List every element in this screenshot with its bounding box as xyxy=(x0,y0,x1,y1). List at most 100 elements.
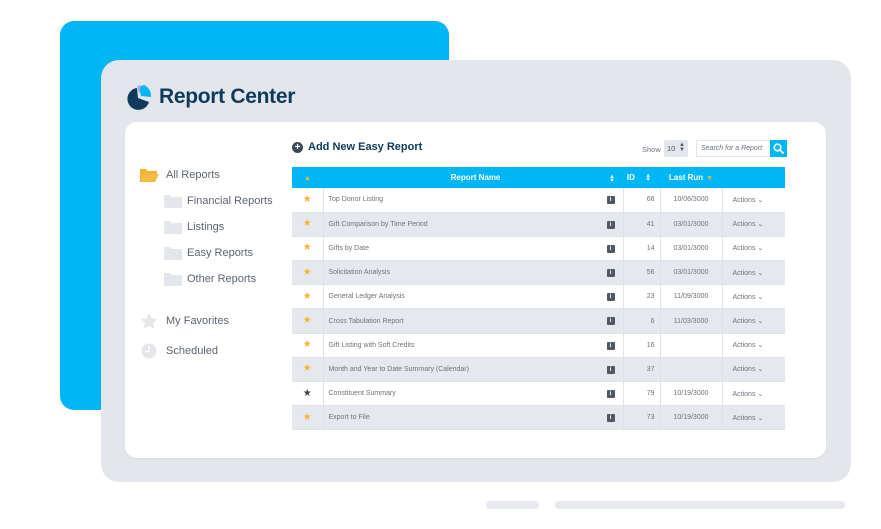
header-id[interactable]: ID ▲ ▼ xyxy=(623,167,660,188)
info-icon[interactable]: i xyxy=(606,244,615,253)
favorite-cell: ★ xyxy=(292,236,324,262)
actions-dropdown[interactable]: Actions ⌄ xyxy=(722,236,785,262)
favorite-star-icon[interactable]: ★ xyxy=(303,388,312,399)
header-last-run[interactable]: Last Run ▼ xyxy=(660,167,722,188)
table-row[interactable]: ★ Cross Tabulation Report i 6 11/03/3000 Acti… xyxy=(292,308,785,334)
favorite-star-icon[interactable]: ★ xyxy=(303,363,312,374)
page-size-select[interactable]: 10 ▲ ▼ xyxy=(664,140,688,157)
actions-dropdown[interactable]: Actions ⌄ xyxy=(722,308,785,334)
page-size-value: 10 xyxy=(667,144,676,153)
info-icon[interactable]: i xyxy=(606,414,615,423)
info-icon[interactable]: i xyxy=(606,341,615,350)
star-icon xyxy=(140,313,158,329)
actions-label: Actions xyxy=(732,318,756,326)
sidebar-item-financial-reports[interactable]: Financial Reports xyxy=(139,188,279,214)
sidebar-item-label: Financial Reports xyxy=(187,195,273,207)
report-id-cell: 73 xyxy=(623,405,661,431)
table-row[interactable]: ★ Month and Year to Date Summary (Calenda… xyxy=(292,357,785,383)
report-name-link[interactable]: Gifts by Date xyxy=(329,245,369,252)
report-name-link[interactable]: Solicitation Analysis xyxy=(329,269,390,276)
header-favorite-sort[interactable]: ▲ xyxy=(292,167,323,188)
report-id-cell: 41 xyxy=(623,212,661,237)
sidebar-item-label: My Favorites xyxy=(166,315,229,327)
favorite-star-icon[interactable]: ★ xyxy=(303,412,312,423)
favorite-cell: ★ xyxy=(292,260,324,286)
add-new-easy-report-button[interactable]: + Add New Easy Report xyxy=(292,141,422,153)
info-icon[interactable]: i xyxy=(606,390,615,398)
sidebar-item-easy-reports[interactable]: Easy Reports xyxy=(139,240,279,266)
report-id-cell: 16 xyxy=(623,333,661,358)
favorite-cell: ★ xyxy=(292,381,324,407)
reports-table: ▲ Report Name ▲ ▼ ID ▲ ▼ Last Run ▼ ★ Top Do… xyxy=(292,167,785,431)
plus-circle-icon: + xyxy=(292,141,303,153)
table-row[interactable]: ★ General Ledger Analysis i 23 11/09/3000 Act… xyxy=(292,284,785,310)
table-row[interactable]: ★ Gift Comparison by Time Period i 41 03/01/… xyxy=(292,212,785,237)
report-name-link[interactable]: Cross Tabulation Report xyxy=(329,318,404,325)
report-name-link[interactable]: Gift Listing with Soft Credits xyxy=(329,342,415,349)
info-icon[interactable]: i xyxy=(606,220,615,229)
favorite-star-icon[interactable]: ★ xyxy=(303,291,312,302)
info-icon[interactable]: i xyxy=(606,293,615,302)
actions-dropdown[interactable]: Actions ⌄ xyxy=(722,333,785,358)
report-id-cell: 6 xyxy=(623,308,661,334)
report-id-cell: 14 xyxy=(623,236,661,262)
actions-dropdown[interactable]: Actions ⌄ xyxy=(722,260,785,286)
table-row[interactable]: ★ Gift Listing with Soft Credits i 16 Action… xyxy=(292,333,785,358)
folder-icon xyxy=(164,273,182,286)
favorite-star-icon[interactable]: ★ xyxy=(303,339,312,350)
actions-dropdown[interactable]: Actions ⌄ xyxy=(722,357,785,383)
favorite-star-icon[interactable]: ★ xyxy=(303,194,312,205)
info-icon[interactable]: i xyxy=(606,317,615,326)
sidebar-item-label: All Reports xyxy=(166,169,220,181)
actions-dropdown[interactable]: Actions ⌄ xyxy=(722,212,785,237)
sidebar-item-my-favorites[interactable]: My Favorites xyxy=(139,308,279,334)
last-run-cell xyxy=(660,333,723,358)
info-icon[interactable]: i xyxy=(606,196,615,204)
table-row[interactable]: ★ Gifts by Date i 14 03/01/3000 Actions ⌄ xyxy=(292,236,785,262)
last-run-cell: 10/19/3000 xyxy=(660,405,723,431)
report-name-link[interactable]: Gift Comparison by Time Period xyxy=(329,221,428,228)
table-row[interactable]: ★ Export to File i 73 10/19/3000 Actions ⌄ xyxy=(292,405,785,431)
report-toolbar: + Add New Easy Report Show 10 ▲ ▼ Search … xyxy=(292,140,787,160)
sidebar-item-other-reports[interactable]: Other Reports xyxy=(139,266,279,292)
actions-dropdown[interactable]: Actions ⌄ xyxy=(722,188,785,213)
table-row[interactable]: ★ Top Donor Listing i 66 10/06/3000 Actions ⌄ xyxy=(292,188,785,213)
last-run-cell: 03/01/3000 xyxy=(660,260,723,286)
report-id-cell: 66 xyxy=(623,188,661,213)
decorative-bar-long xyxy=(555,501,845,509)
report-name-link[interactable]: Month and Year to Date Summary (Calendar… xyxy=(329,366,469,373)
report-name-link[interactable]: Constituent Summary xyxy=(329,390,396,397)
sidebar-item-all-reports[interactable]: All Reports xyxy=(139,162,279,188)
table-row[interactable]: ★ Constituent Summary i 79 10/19/3000 Actions… xyxy=(292,381,785,407)
report-panel: All Reports Financial Reports Listings E… xyxy=(125,122,826,458)
search-button[interactable] xyxy=(770,140,787,157)
actions-dropdown[interactable]: Actions ⌄ xyxy=(722,405,785,431)
header-report-name[interactable]: Report Name ▲ ▼ xyxy=(323,167,623,188)
favorite-star-icon[interactable]: ★ xyxy=(303,242,312,253)
actions-dropdown[interactable]: Actions ⌄ xyxy=(722,381,785,407)
favorite-star-icon[interactable]: ★ xyxy=(303,267,312,278)
report-name-link[interactable]: Export to File xyxy=(329,414,370,421)
sidebar-item-label: Easy Reports xyxy=(187,247,254,259)
favorite-star-icon[interactable]: ★ xyxy=(303,218,312,229)
report-name-cell: Month and Year to Date Summary (Calendar… xyxy=(323,357,624,383)
chevron-down-icon: ⌄ xyxy=(757,366,764,374)
table-row[interactable]: ★ Solicitation Analysis i 56 03/01/3000 Actio… xyxy=(292,260,785,286)
favorite-star-icon[interactable]: ★ xyxy=(303,315,312,326)
report-name-cell: Cross Tabulation Report i xyxy=(323,308,624,334)
info-icon[interactable]: i xyxy=(606,365,615,374)
chevron-down-icon: ⌄ xyxy=(757,221,764,229)
report-name-cell: Export to File i xyxy=(323,405,624,431)
table-header-row: ▲ Report Name ▲ ▼ ID ▲ ▼ Last Run ▼ xyxy=(292,167,785,188)
sidebar-item-listings[interactable]: Listings xyxy=(139,214,279,240)
sidebar-item-scheduled[interactable]: Scheduled xyxy=(139,338,279,364)
pie-chart-logo-icon xyxy=(127,85,152,110)
info-icon[interactable]: i xyxy=(606,269,615,278)
select-arrows-icon: ▲ ▼ xyxy=(679,142,685,153)
report-search-input[interactable]: Search for a Report xyxy=(696,140,770,157)
report-name-link[interactable]: Top Donor Listing xyxy=(329,196,383,203)
sidebar-item-label: Other Reports xyxy=(187,273,257,285)
actions-dropdown[interactable]: Actions ⌄ xyxy=(722,284,785,310)
app-title: Report Center xyxy=(159,85,296,108)
report-name-link[interactable]: General Ledger Analysis xyxy=(329,293,405,300)
